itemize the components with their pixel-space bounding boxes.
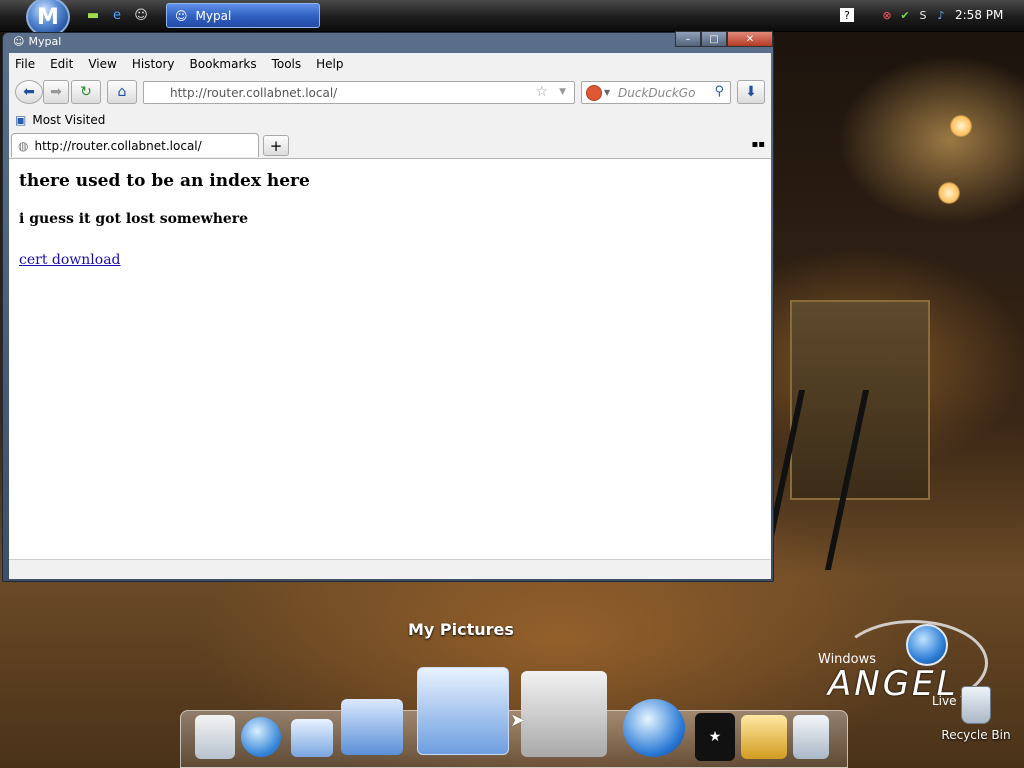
- tab-current[interactable]: ◍ http://router.collabnet.local/: [11, 133, 259, 157]
- page-heading: there used to be an index here: [19, 171, 310, 191]
- menu-help[interactable]: Help: [316, 57, 343, 71]
- downloads-button[interactable]: ⬇: [737, 80, 765, 104]
- recycle-bin-icon: [961, 686, 991, 724]
- menu-tools[interactable]: Tools: [272, 57, 302, 71]
- navigation-toolbar: ⬅ ➡ ↻ ⌂ http://router.collabnet.local/ ☆…: [9, 75, 771, 109]
- forward-arrow-icon: ➡: [50, 84, 62, 100]
- street-lamp: [938, 182, 960, 204]
- back-arrow-icon: ⬅: [23, 84, 35, 100]
- back-button[interactable]: ⬅: [15, 80, 43, 104]
- reload-button[interactable]: ↻: [71, 80, 101, 104]
- taskbar: M ▬ e ☺ ☺ Mypal ? ⊗ ✔ S ♪ 2:58 PM: [0, 0, 1024, 37]
- network-icon[interactable]: ✔: [898, 8, 912, 22]
- menu-file[interactable]: File: [15, 57, 35, 71]
- menu-view[interactable]: View: [88, 57, 116, 71]
- page-subheading: i guess it got lost somewhere: [19, 211, 249, 227]
- network-globe-icon[interactable]: [241, 717, 281, 757]
- page-content: there used to be an index here i guess i…: [9, 159, 771, 559]
- globe-icon: ◍: [18, 138, 29, 153]
- window-title: Mypal: [28, 35, 62, 48]
- volume-icon[interactable]: ♪: [934, 8, 948, 22]
- window-title-bar[interactable]: ☺ Mypal: [13, 35, 61, 48]
- clock[interactable]: 2:58 PM: [955, 8, 1003, 22]
- search-bar[interactable]: ▼ DuckDuckGo ⚲: [581, 81, 731, 104]
- tab-title: http://router.collabnet.local/: [34, 138, 202, 153]
- chevron-down-icon[interactable]: ▼: [559, 87, 566, 97]
- home-icon: ⌂: [117, 84, 127, 100]
- system-tools-icon[interactable]: [741, 715, 787, 759]
- most-visited-bookmark[interactable]: Most Visited: [32, 113, 105, 127]
- star-icon[interactable]: ☆: [535, 84, 548, 100]
- recycle-bin-dock-icon[interactable]: [793, 715, 829, 759]
- mypal-app-icon: ☺: [13, 35, 25, 48]
- window-controls: – □ ✕: [675, 31, 773, 47]
- internet-globe-icon[interactable]: [623, 699, 685, 757]
- bookmarks-toolbar: ▣ Most Visited: [9, 109, 771, 131]
- recycle-bin-label: Recycle Bin: [941, 728, 1011, 742]
- documents-folder-icon[interactable]: [291, 719, 333, 757]
- tools-icon[interactable]: [521, 671, 607, 757]
- magnifier-icon[interactable]: ⚲: [714, 84, 724, 99]
- menu-bookmarks[interactable]: Bookmarks: [190, 57, 257, 71]
- mypal-app-icon: ☺: [175, 8, 188, 23]
- mouse-cursor-icon: ➤: [510, 710, 526, 731]
- reload-icon: ↻: [80, 84, 92, 100]
- duckduckgo-icon[interactable]: [586, 85, 602, 101]
- help-icon[interactable]: ?: [840, 8, 854, 22]
- music-folder-icon[interactable]: [341, 699, 403, 755]
- windows-orb-icon: [906, 624, 948, 666]
- dock-label: My Pictures: [408, 620, 514, 639]
- new-tab-button[interactable]: +: [263, 135, 289, 156]
- tab-bar: ◍ http://router.collabnet.local/ + ▪▪: [9, 131, 771, 159]
- menu-history[interactable]: History: [132, 57, 175, 71]
- minimize-button[interactable]: –: [675, 31, 701, 47]
- show-desktop-icon[interactable]: ▬: [84, 7, 102, 23]
- browser-chrome: File Edit View History Bookmarks Tools H…: [9, 53, 771, 159]
- shirt-icon[interactable]: ★: [695, 713, 735, 761]
- taskbar-button-label: Mypal: [195, 8, 232, 23]
- mypal-quicklaunch-icon[interactable]: ☺: [132, 7, 150, 23]
- computer-icon[interactable]: [195, 715, 235, 759]
- maximize-button[interactable]: □: [701, 31, 727, 47]
- street-lamp: [950, 115, 972, 137]
- plus-icon: +: [269, 136, 283, 155]
- skype-icon[interactable]: S: [916, 8, 930, 22]
- chevron-down-icon[interactable]: ▼: [604, 88, 610, 97]
- browser-window: ☺ Mypal – □ ✕ File Edit View History Boo…: [2, 31, 774, 582]
- search-placeholder: DuckDuckGo: [618, 85, 696, 100]
- pictures-folder-icon[interactable]: [417, 667, 509, 755]
- url-bar[interactable]: http://router.collabnet.local/ ☆ ▼: [143, 81, 575, 104]
- url-text: http://router.collabnet.local/: [170, 85, 338, 100]
- download-icon: ⬇: [745, 84, 757, 100]
- security-alert-icon[interactable]: ⊗: [880, 8, 894, 22]
- close-button[interactable]: ✕: [727, 31, 773, 47]
- home-button[interactable]: ⌂: [107, 80, 137, 104]
- taskbar-button-mypal[interactable]: ☺ Mypal: [166, 3, 320, 28]
- menu-bar: File Edit View History Bookmarks Tools H…: [9, 53, 771, 75]
- cert-download-link[interactable]: cert download: [19, 252, 121, 268]
- most-visited-icon: ▣: [15, 113, 27, 127]
- tab-list-icon[interactable]: ▪▪: [751, 139, 765, 150]
- menu-edit[interactable]: Edit: [50, 57, 73, 71]
- status-bar: [9, 559, 771, 579]
- forward-button[interactable]: ➡: [43, 80, 69, 104]
- recycle-bin-desktop-icon[interactable]: Recycle Bin: [940, 686, 1012, 742]
- internet-explorer-icon[interactable]: e: [108, 7, 126, 23]
